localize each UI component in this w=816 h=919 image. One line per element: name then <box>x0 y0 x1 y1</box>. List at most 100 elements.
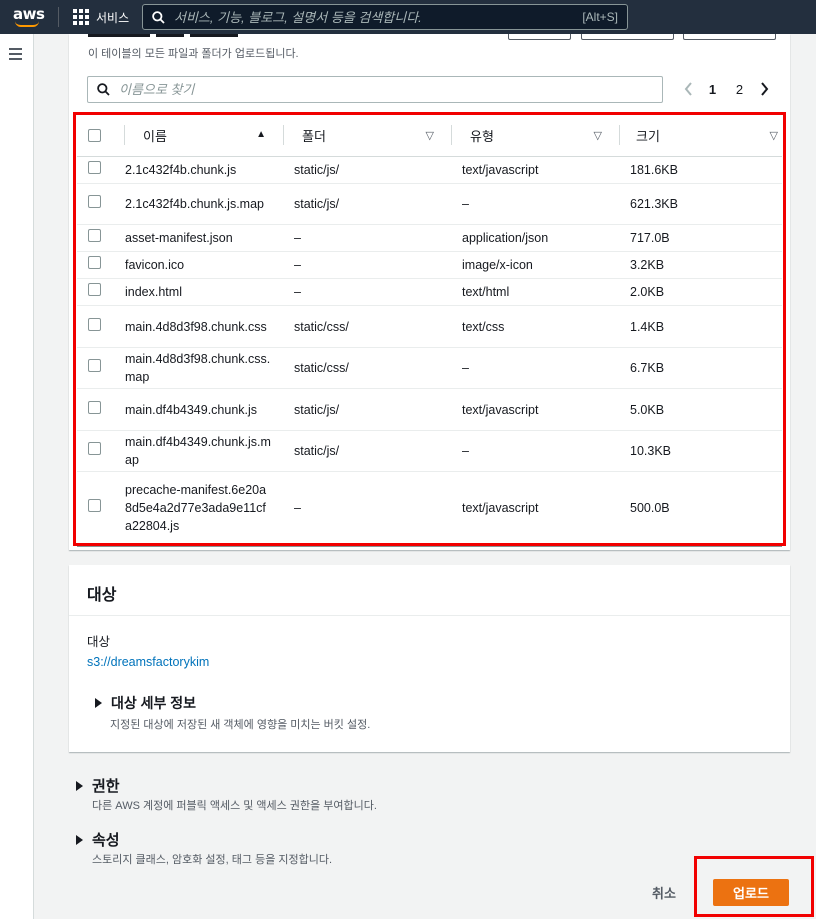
destination-details-description: 지정된 대상에 저장된 새 객체에 영향을 미치는 버킷 설정. <box>110 719 371 731</box>
cell-type: application/json <box>452 224 620 252</box>
destination-panel: 대상 대상 s3://dreamsfactorykim 대상 세부 정보 지정된… <box>69 565 790 752</box>
column-header-folder[interactable]: 폴더 ▽ <box>284 114 452 156</box>
row-checkbox[interactable] <box>88 499 101 512</box>
search-icon <box>97 83 110 96</box>
row-checkbox[interactable] <box>88 256 101 269</box>
side-navigation-rail <box>0 34 34 919</box>
cell-type: – <box>452 183 620 225</box>
row-checkbox[interactable] <box>88 229 101 242</box>
table-row[interactable]: index.html – text/html 2.0KB <box>77 278 782 306</box>
cell-folder: – <box>284 224 452 252</box>
add-folder-button[interactable] <box>683 34 776 40</box>
table-row[interactable]: main.4d8d3f98.chunk.css.map static/css/ … <box>77 347 782 389</box>
column-folder-label: 폴더 <box>302 128 326 144</box>
panel-description: 이 테이블의 모든 파일과 폴더가 업로드됩니다. <box>88 48 299 60</box>
name-filter[interactable] <box>87 76 663 103</box>
select-all-checkbox[interactable] <box>88 128 101 142</box>
files-table: 이름 ▲ 폴더 ▽ 유형 ▽ 크기 ▽ 2.1c432f4b.chunk.js stat… <box>77 114 782 547</box>
properties-description: 스토리지 클래스, 암호화 설정, 태그 등을 지정합니다. <box>92 854 333 866</box>
permissions-description: 다른 AWS 계정에 퍼블릭 액세스 및 액세스 권한을 부여합니다. <box>92 800 377 812</box>
divider <box>69 615 790 616</box>
remove-button[interactable] <box>508 34 571 40</box>
destination-details-expander[interactable]: 대상 세부 정보 <box>95 693 196 713</box>
cell-size: 3.2KB <box>620 251 782 279</box>
cell-size: 5.0KB <box>620 388 782 431</box>
row-checkbox[interactable] <box>88 283 101 296</box>
upload-button[interactable]: 업로드 <box>713 879 789 906</box>
row-checkbox[interactable] <box>88 161 101 174</box>
cell-type: text/javascript <box>452 156 620 184</box>
column-size-label: 크기 <box>636 128 660 144</box>
cell-folder: static/js/ <box>284 430 452 472</box>
caret-right-icon <box>95 698 102 708</box>
sort-icon: ▽ <box>425 130 434 142</box>
table-row[interactable]: precache-manifest.6e20a8d5e4a2d77e3ada9e… <box>77 471 782 545</box>
row-checkbox[interactable] <box>88 400 101 414</box>
page-1[interactable]: 1 <box>699 82 726 97</box>
cell-size: 500.0B <box>620 471 782 545</box>
column-header-type[interactable]: 유형 ▽ <box>452 114 620 156</box>
column-name-label: 이름 <box>143 128 167 144</box>
cell-size: 181.6KB <box>620 156 782 184</box>
panel-header-text <box>88 34 288 40</box>
table-row[interactable]: 2.1c432f4b.chunk.js.map static/js/ – 621… <box>77 183 782 225</box>
cell-type: text/html <box>452 278 620 306</box>
grid-icon <box>73 9 89 25</box>
cell-type: – <box>452 430 620 472</box>
permissions-expander[interactable]: 권한 <box>76 775 120 796</box>
table-row[interactable]: main.4d8d3f98.chunk.css static/css/ text… <box>77 305 782 348</box>
cell-name: precache-manifest.6e20a8d5e4a2d77e3ada9e… <box>125 471 284 545</box>
table-row[interactable]: main.df4b4349.chunk.js static/js/ text/j… <box>77 388 782 431</box>
cell-name: main.df4b4349.chunk.js <box>125 388 284 431</box>
caret-right-icon <box>76 834 83 845</box>
menu-icon[interactable] <box>9 48 22 63</box>
column-header-size[interactable]: 크기 ▽ <box>620 114 782 156</box>
global-search-input[interactable] <box>174 9 564 25</box>
nav-divider <box>58 7 59 27</box>
cell-size: 717.0B <box>620 224 782 252</box>
row-checkbox[interactable] <box>88 359 101 372</box>
services-menu-button[interactable]: 서비스 <box>73 9 129 26</box>
top-navigation: aws 서비스 [Alt+S] <box>0 0 816 34</box>
add-files-button[interactable] <box>581 34 674 40</box>
row-checkbox[interactable] <box>88 442 101 455</box>
cell-folder: static/js/ <box>284 388 452 431</box>
files-and-folders-panel: 이 테이블의 모든 파일과 폴더가 업로드됩니다. 1 2 이름 ▲ 폴더 ▽ 유형… <box>69 34 790 550</box>
cancel-button[interactable]: 취소 <box>652 883 676 902</box>
previous-page-icon[interactable] <box>677 78 699 100</box>
global-search[interactable]: [Alt+S] <box>142 4 628 30</box>
table-row[interactable]: main.df4b4349.chunk.js.map static/js/ – … <box>77 430 782 472</box>
cell-size: 2.0KB <box>620 278 782 306</box>
page-2[interactable]: 2 <box>726 82 753 97</box>
destination-label: 대상 <box>87 635 111 649</box>
cell-folder: – <box>284 471 452 545</box>
services-label: 서비스 <box>96 10 130 25</box>
sort-ascending-icon: ▲ <box>256 129 266 140</box>
table-row[interactable]: favicon.ico – image/x-icon 3.2KB <box>77 251 782 279</box>
destination-bucket-link[interactable]: s3://dreamsfactorykim <box>87 655 209 669</box>
properties-expander[interactable]: 속성 <box>76 829 120 850</box>
cell-name: main.4d8d3f98.chunk.css <box>125 305 284 348</box>
cell-folder: static/js/ <box>284 156 452 184</box>
cell-folder: static/css/ <box>284 305 452 348</box>
cell-type: – <box>452 347 620 389</box>
cell-name: main.df4b4349.chunk.js.map <box>125 430 284 472</box>
row-checkbox[interactable] <box>88 317 101 331</box>
caret-right-icon <box>76 780 83 791</box>
cell-folder: static/js/ <box>284 183 452 225</box>
aws-logo[interactable]: aws <box>12 3 45 31</box>
destination-details-label: 대상 세부 정보 <box>111 695 197 711</box>
cell-folder: – <box>284 278 452 306</box>
cell-size: 10.3KB <box>620 430 782 472</box>
search-icon <box>152 10 165 24</box>
column-header-name[interactable]: 이름 ▲ <box>125 114 284 156</box>
name-filter-input[interactable] <box>119 82 639 97</box>
next-page-icon[interactable] <box>753 78 775 100</box>
cell-name: favicon.ico <box>125 251 284 279</box>
row-checkbox[interactable] <box>88 195 101 208</box>
cell-folder: – <box>284 251 452 279</box>
table-header-row: 이름 ▲ 폴더 ▽ 유형 ▽ 크기 ▽ <box>77 114 782 157</box>
table-row[interactable]: 2.1c432f4b.chunk.js static/js/ text/java… <box>77 156 782 184</box>
pagination: 1 2 <box>677 78 775 100</box>
table-row[interactable]: asset-manifest.json – application/json 7… <box>77 224 782 252</box>
